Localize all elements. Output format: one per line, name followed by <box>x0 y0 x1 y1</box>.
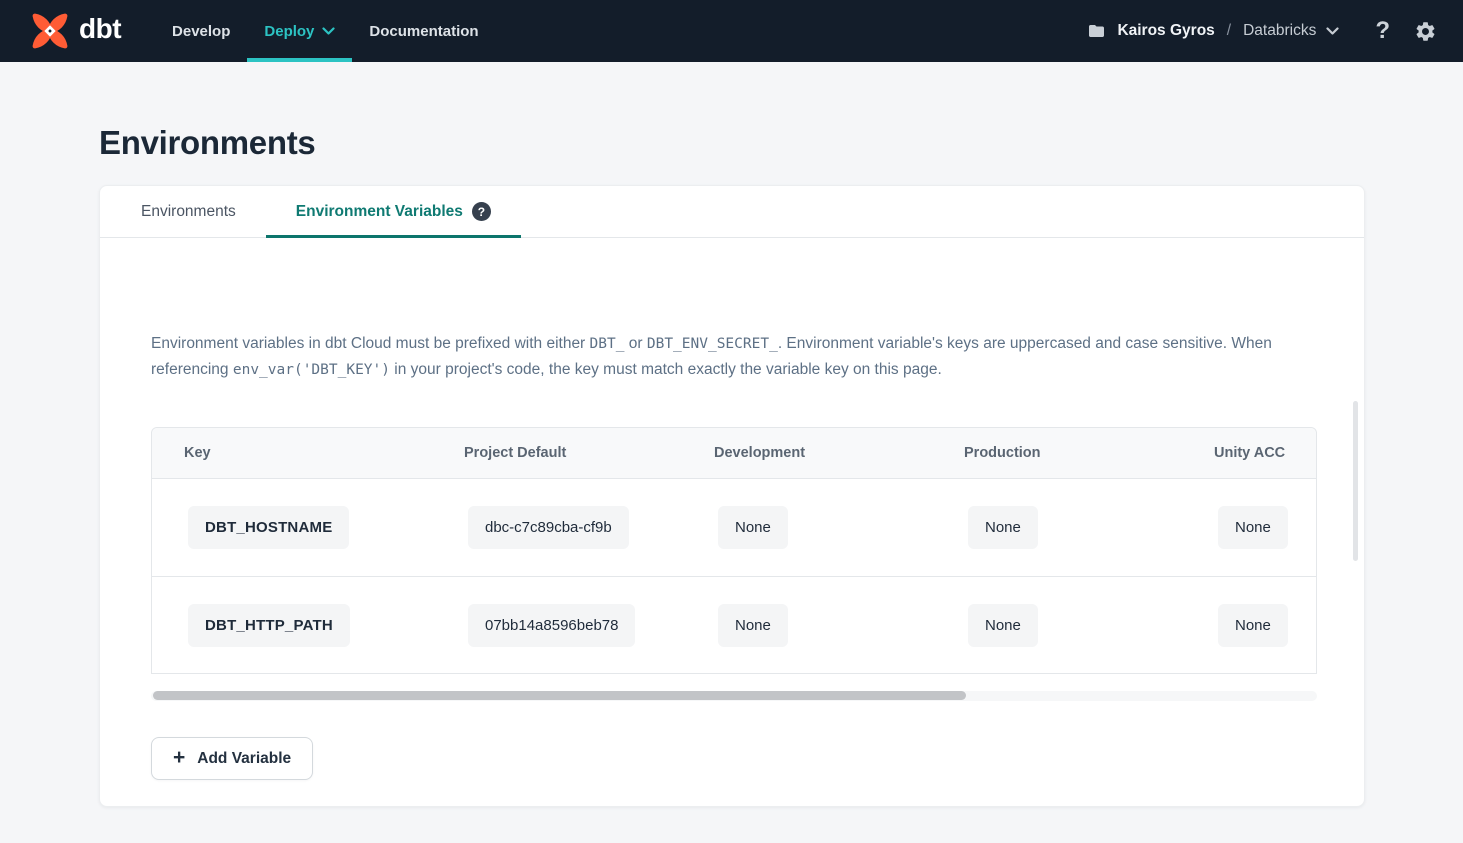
page-title: Environments <box>99 124 1463 162</box>
plus-icon: + <box>173 747 185 770</box>
variable-key-pill[interactable]: DBT_HTTP_PATH <box>188 604 350 647</box>
chevron-down-icon <box>1326 27 1339 35</box>
add-variable-button[interactable]: + Add Variable <box>151 737 313 780</box>
horizontal-scrollbar[interactable] <box>151 691 1317 701</box>
table-row: DBT_HOSTNAME dbc-c7c89cba-cf9b None None… <box>152 479 1316 576</box>
tab-label: Environments <box>141 203 236 221</box>
description-text: Environment variables in dbt Cloud must … <box>151 335 590 352</box>
project-default-value-pill[interactable]: 07bb14a8596beb78 <box>468 604 635 647</box>
environments-card: Environments Environment Variables ? Env… <box>99 185 1365 807</box>
table-row: DBT_HTTP_PATH 07bb14a8596beb78 None None… <box>152 576 1316 673</box>
nav-item-label: Documentation <box>369 23 478 40</box>
nav-item-label: Deploy <box>264 23 314 40</box>
tab-bar: Environments Environment Variables ? <box>100 186 1364 238</box>
brand-wordmark: dbt <box>79 15 121 47</box>
tab-environments[interactable]: Environments <box>111 186 266 237</box>
nav-item-develop[interactable]: Develop <box>155 0 247 62</box>
folder-icon <box>1086 22 1107 40</box>
description-text: or <box>624 335 646 352</box>
main-nav: Develop Deploy Documentation <box>155 0 496 62</box>
nav-item-label: Develop <box>172 23 230 40</box>
inline-code: env_var('DBT_KEY') <box>233 362 390 378</box>
development-value-pill[interactable]: None <box>718 604 788 647</box>
add-variable-label: Add Variable <box>197 750 291 768</box>
table-header-row: Key Project Default Development Producti… <box>152 428 1316 479</box>
help-circle-icon[interactable]: ? <box>472 202 491 221</box>
inline-code: DBT_ENV_SECRET_ <box>647 336 778 352</box>
column-header-project-default: Project Default <box>432 445 682 461</box>
variable-key-pill[interactable]: DBT_HOSTNAME <box>188 506 349 549</box>
gear-icon[interactable] <box>1414 20 1437 43</box>
env-var-description: Environment variables in dbt Cloud must … <box>151 331 1315 383</box>
project-switcher[interactable]: Kairos Gyros / Databricks <box>1086 22 1339 40</box>
production-value-pill[interactable]: None <box>968 506 1038 549</box>
chevron-down-icon <box>322 27 335 35</box>
inline-code: DBT_ <box>590 336 625 352</box>
env-var-table: Key Project Default Development Producti… <box>151 427 1317 674</box>
unity-acc-value-pill[interactable]: None <box>1218 604 1288 647</box>
column-header-development: Development <box>682 445 932 461</box>
navbar-right: Kairos Gyros / Databricks ? <box>1086 19 1437 43</box>
production-value-pill[interactable]: None <box>968 604 1038 647</box>
column-header-unity-acc: Unity ACC <box>1182 445 1316 461</box>
brand[interactable]: dbt <box>28 9 121 53</box>
column-header-production: Production <box>932 445 1182 461</box>
nav-item-documentation[interactable]: Documentation <box>352 0 495 62</box>
development-value-pill[interactable]: None <box>718 506 788 549</box>
column-header-key: Key <box>152 445 432 461</box>
project-default-value-pill[interactable]: dbc-c7c89cba-cf9b <box>468 506 629 549</box>
help-icon[interactable]: ? <box>1375 19 1390 43</box>
description-text: in your project's code, the key must mat… <box>390 361 942 378</box>
nav-item-deploy[interactable]: Deploy <box>247 0 352 62</box>
dbt-logo-icon <box>28 9 72 53</box>
top-navbar: dbt Develop Deploy Documentation Kairos … <box>0 0 1463 62</box>
vertical-scrollbar-thumb[interactable] <box>1353 401 1358 561</box>
account-project-name: Kairos Gyros <box>1117 22 1214 40</box>
tab-label: Environment Variables <box>296 203 463 221</box>
tab-environment-variables[interactable]: Environment Variables ? <box>266 186 521 237</box>
horizontal-scrollbar-thumb[interactable] <box>153 691 966 700</box>
breadcrumb-separator: / <box>1225 22 1233 40</box>
tab-panel-environment-variables: Environment variables in dbt Cloud must … <box>100 331 1364 780</box>
account-deployment-name: Databricks <box>1243 22 1316 40</box>
unity-acc-value-pill[interactable]: None <box>1218 506 1288 549</box>
